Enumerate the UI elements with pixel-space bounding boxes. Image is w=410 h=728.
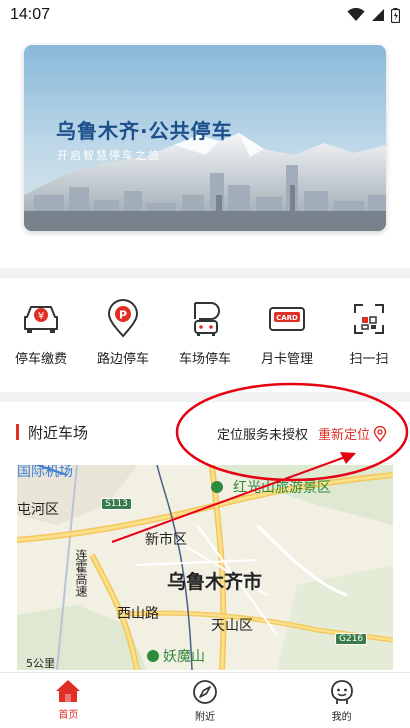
- nearby-title: 附近车场: [28, 423, 89, 442]
- map-label-tunhe: 屯河区: [17, 502, 59, 518]
- compass-icon: [193, 680, 217, 704]
- relocate-label: 重新定位: [318, 428, 371, 443]
- location-status-text: 定位服务未授权: [217, 428, 309, 443]
- bottom-tab-bar: 首页 附近 我的: [0, 672, 410, 728]
- signal-icon: [372, 9, 384, 21]
- menu-item-monthly-card[interactable]: CARD 月卡管理: [246, 298, 328, 380]
- status-bar: 14:07: [0, 0, 410, 30]
- tab-label: 附近: [195, 712, 215, 723]
- menu-label: 扫一扫: [349, 352, 389, 367]
- map-label-hongshan: 红光山旅游景区: [233, 480, 331, 496]
- tab-nearby[interactable]: 附近: [137, 673, 274, 728]
- menu-label: 停车缴费: [14, 352, 67, 367]
- map-label-city: 乌鲁木齐市: [167, 571, 263, 593]
- map-label-lianhuo: 连霍高速: [74, 549, 88, 597]
- promo-banner[interactable]: 乌鲁木齐·公共停车 开启智慧停车之旅: [24, 45, 386, 231]
- banner-subtitle: 开启智慧停车之旅: [57, 149, 161, 162]
- map-label-yaomo: 妖魔山: [163, 649, 205, 665]
- shield-s113: S113: [101, 498, 132, 510]
- tab-home[interactable]: 首页: [0, 673, 137, 728]
- map-label-xinshi: 新市区: [145, 532, 187, 548]
- nearby-header: 附近车场 定位服务未授权 重新定位: [0, 410, 410, 454]
- home-icon: [56, 680, 81, 702]
- map-label-tianshan: 天山区: [211, 618, 253, 634]
- shield-g216: G216: [335, 633, 368, 645]
- wifi-icon: [347, 8, 365, 21]
- quick-menu: ¥ 停车缴费 P 路边停车 车场停车 CARD 月卡管理 扫一扫: [0, 298, 410, 380]
- parking-pin-icon: P: [102, 298, 144, 340]
- tab-label: 我的: [331, 712, 352, 723]
- card-icon: CARD: [266, 298, 308, 340]
- map-label-airport: 国际机场: [17, 465, 73, 480]
- menu-label: 车场停车: [178, 352, 231, 367]
- banner-title: 乌鲁木齐·公共停车: [56, 119, 233, 143]
- menu-item-lot-parking[interactable]: 车场停车: [164, 298, 246, 380]
- map-label-xishan: 西山路: [117, 606, 159, 622]
- nearby-map[interactable]: 国际机场 屯河区 红光山旅游景区 S113 新市区 连霍高速 乌鲁木齐市 西山路…: [17, 465, 393, 670]
- menu-item-parking-payment[interactable]: ¥ 停车缴费: [0, 298, 82, 380]
- svg-text:CARD: CARD: [276, 314, 298, 322]
- menu-item-scan[interactable]: 扫一扫: [328, 298, 410, 380]
- parking-lot-icon: [184, 298, 226, 340]
- battery-icon: [391, 7, 400, 23]
- section-divider: [0, 392, 410, 402]
- relocate-button[interactable]: 重新定位: [318, 424, 387, 443]
- section-divider: [0, 268, 410, 278]
- tab-label: 首页: [58, 710, 79, 721]
- menu-item-street-parking[interactable]: P 路边停车: [82, 298, 164, 380]
- car-yuan-icon: ¥: [20, 298, 62, 340]
- menu-label: 月卡管理: [260, 352, 313, 367]
- profile-icon: [330, 680, 353, 704]
- tab-profile[interactable]: 我的: [273, 673, 410, 728]
- scan-icon: [348, 298, 390, 340]
- section-accent-bar: [16, 424, 19, 440]
- map-scale: 5公里: [26, 657, 55, 670]
- svg-text:P: P: [119, 309, 127, 322]
- menu-label: 路边停车: [96, 352, 149, 367]
- svg-text:¥: ¥: [38, 311, 44, 322]
- location-pin-icon: [373, 425, 387, 442]
- status-time: 14:07: [10, 6, 51, 23]
- status-icons: [347, 7, 400, 23]
